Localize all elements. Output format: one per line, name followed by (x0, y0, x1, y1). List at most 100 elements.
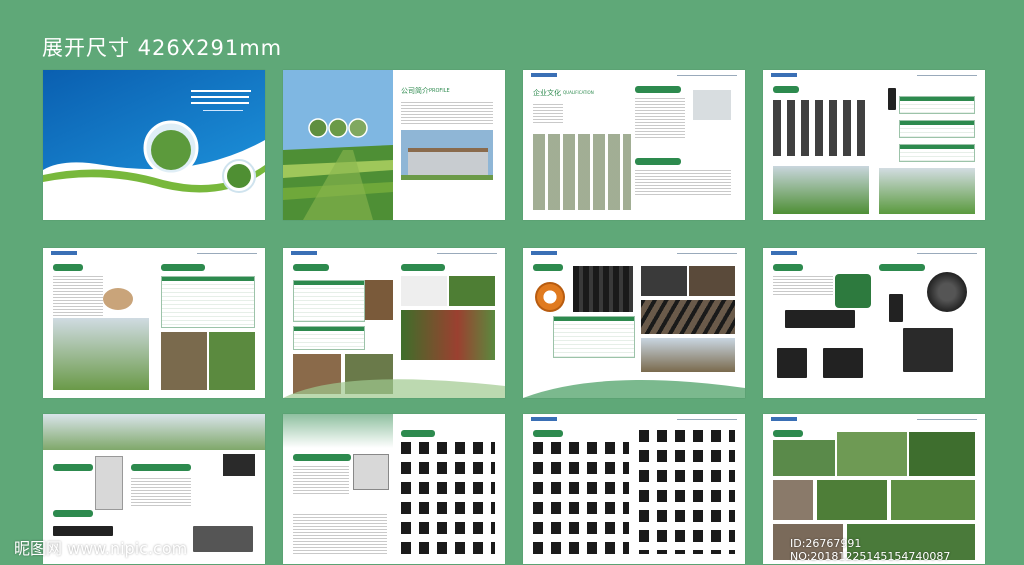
spec-table (899, 96, 975, 114)
section-pill (53, 510, 93, 517)
profile-heading-en: PROFILE (429, 88, 450, 94)
case-photo (909, 432, 975, 476)
case-photo (817, 480, 887, 520)
field-photo (161, 332, 207, 390)
section-text (131, 478, 191, 508)
sprinkler-part (888, 88, 896, 110)
spec-table (899, 120, 975, 138)
spec-table (553, 316, 635, 358)
green-wave (523, 380, 745, 398)
field-photo (641, 338, 735, 372)
spec-table (161, 276, 255, 328)
case-photo (773, 480, 813, 520)
section-pill (533, 430, 563, 437)
spec-table (899, 144, 975, 162)
brochure-page-8[interactable] (763, 248, 985, 398)
page-header (523, 251, 745, 257)
case-photo (837, 432, 907, 476)
pipe-photo (689, 266, 735, 296)
page-header (283, 251, 505, 257)
section-pill (773, 86, 799, 93)
section-text (635, 170, 731, 196)
greenhouse-photo (773, 166, 869, 214)
pe-pipe-image (573, 266, 633, 312)
section-pill (53, 264, 83, 271)
field-photo (401, 310, 495, 360)
brochure-page-11[interactable] (523, 414, 745, 564)
filter-part (777, 348, 807, 378)
brochure-page-4[interactable] (763, 70, 985, 220)
spec-table (293, 280, 365, 322)
greenhouse-photo (43, 414, 265, 450)
page-header (763, 417, 985, 423)
culture-text (533, 104, 563, 124)
brochure-page-5[interactable] (43, 248, 265, 398)
case-photo (891, 480, 975, 520)
field-photo (209, 332, 255, 390)
page-title: 展开尺寸 426X291mm (42, 36, 283, 60)
filter-part (785, 310, 855, 328)
culture-heading: 企业文化 (533, 89, 561, 97)
profile-heading: 公司简介 (401, 87, 429, 95)
section-pill (401, 264, 445, 271)
culture-heading-en: QUALIFICATION (563, 90, 594, 95)
disc-filter-image (927, 272, 967, 312)
case-photo (773, 440, 835, 476)
brochure-page-3[interactable]: 企业文化 QUALIFICATION (523, 70, 745, 220)
page-header (763, 73, 985, 79)
brochure-cover[interactable] (43, 70, 265, 220)
section-pill (635, 158, 681, 165)
section-pill (293, 264, 329, 271)
filter-part (889, 294, 903, 322)
fittings-grid (401, 442, 495, 554)
device-part (193, 526, 253, 552)
page-header (523, 73, 745, 79)
fittings-grid (639, 430, 735, 554)
page-header (523, 417, 745, 423)
section-pill (401, 430, 435, 437)
cover-art (43, 70, 265, 220)
spec-table (293, 326, 365, 350)
profile-body-text (401, 102, 493, 126)
brochure-page-6[interactable] (283, 248, 505, 398)
page-header (763, 251, 985, 257)
section-pill (161, 264, 205, 271)
field-photo (449, 276, 495, 306)
field-photo (53, 318, 149, 390)
section-text (53, 276, 103, 316)
control-cabinet-image (95, 456, 123, 510)
watermark-site: 昵图网 www.nipic.com (14, 539, 188, 558)
section-text (293, 514, 387, 554)
section-text (773, 276, 833, 296)
farmland-photo (283, 70, 493, 220)
watermark-id: ID:26767991 NO:20181225145154740087 (790, 537, 951, 563)
section-pill (635, 86, 681, 93)
controller-image (353, 454, 389, 490)
pipe-photo (641, 300, 735, 334)
brochure-page-7[interactable] (523, 248, 745, 398)
filter-part (903, 328, 953, 372)
field-photo (365, 280, 393, 320)
section-pill (773, 430, 803, 437)
product-image (693, 90, 731, 120)
section-pill (131, 464, 191, 471)
sand-filter-image (835, 274, 871, 308)
field-photo (879, 168, 975, 214)
dripper-image (401, 276, 447, 306)
fittings-grid (533, 442, 629, 554)
sprinkler-parts (773, 100, 869, 156)
section-pill (293, 454, 351, 461)
section-text (635, 98, 685, 138)
section-pill (879, 264, 925, 271)
brochure-page-10[interactable] (283, 414, 505, 564)
green-wave (283, 379, 505, 398)
section-pill (773, 264, 803, 271)
pe-pipe-coil (535, 282, 565, 312)
section-pill (53, 464, 93, 471)
certificate-grid (533, 134, 631, 210)
section-pill (533, 264, 563, 271)
drip-tape-roll (103, 288, 133, 310)
section-text (293, 466, 349, 496)
brochure-page-2[interactable]: 公司简介 PROFILE (283, 70, 505, 220)
leaf-background (283, 414, 393, 448)
